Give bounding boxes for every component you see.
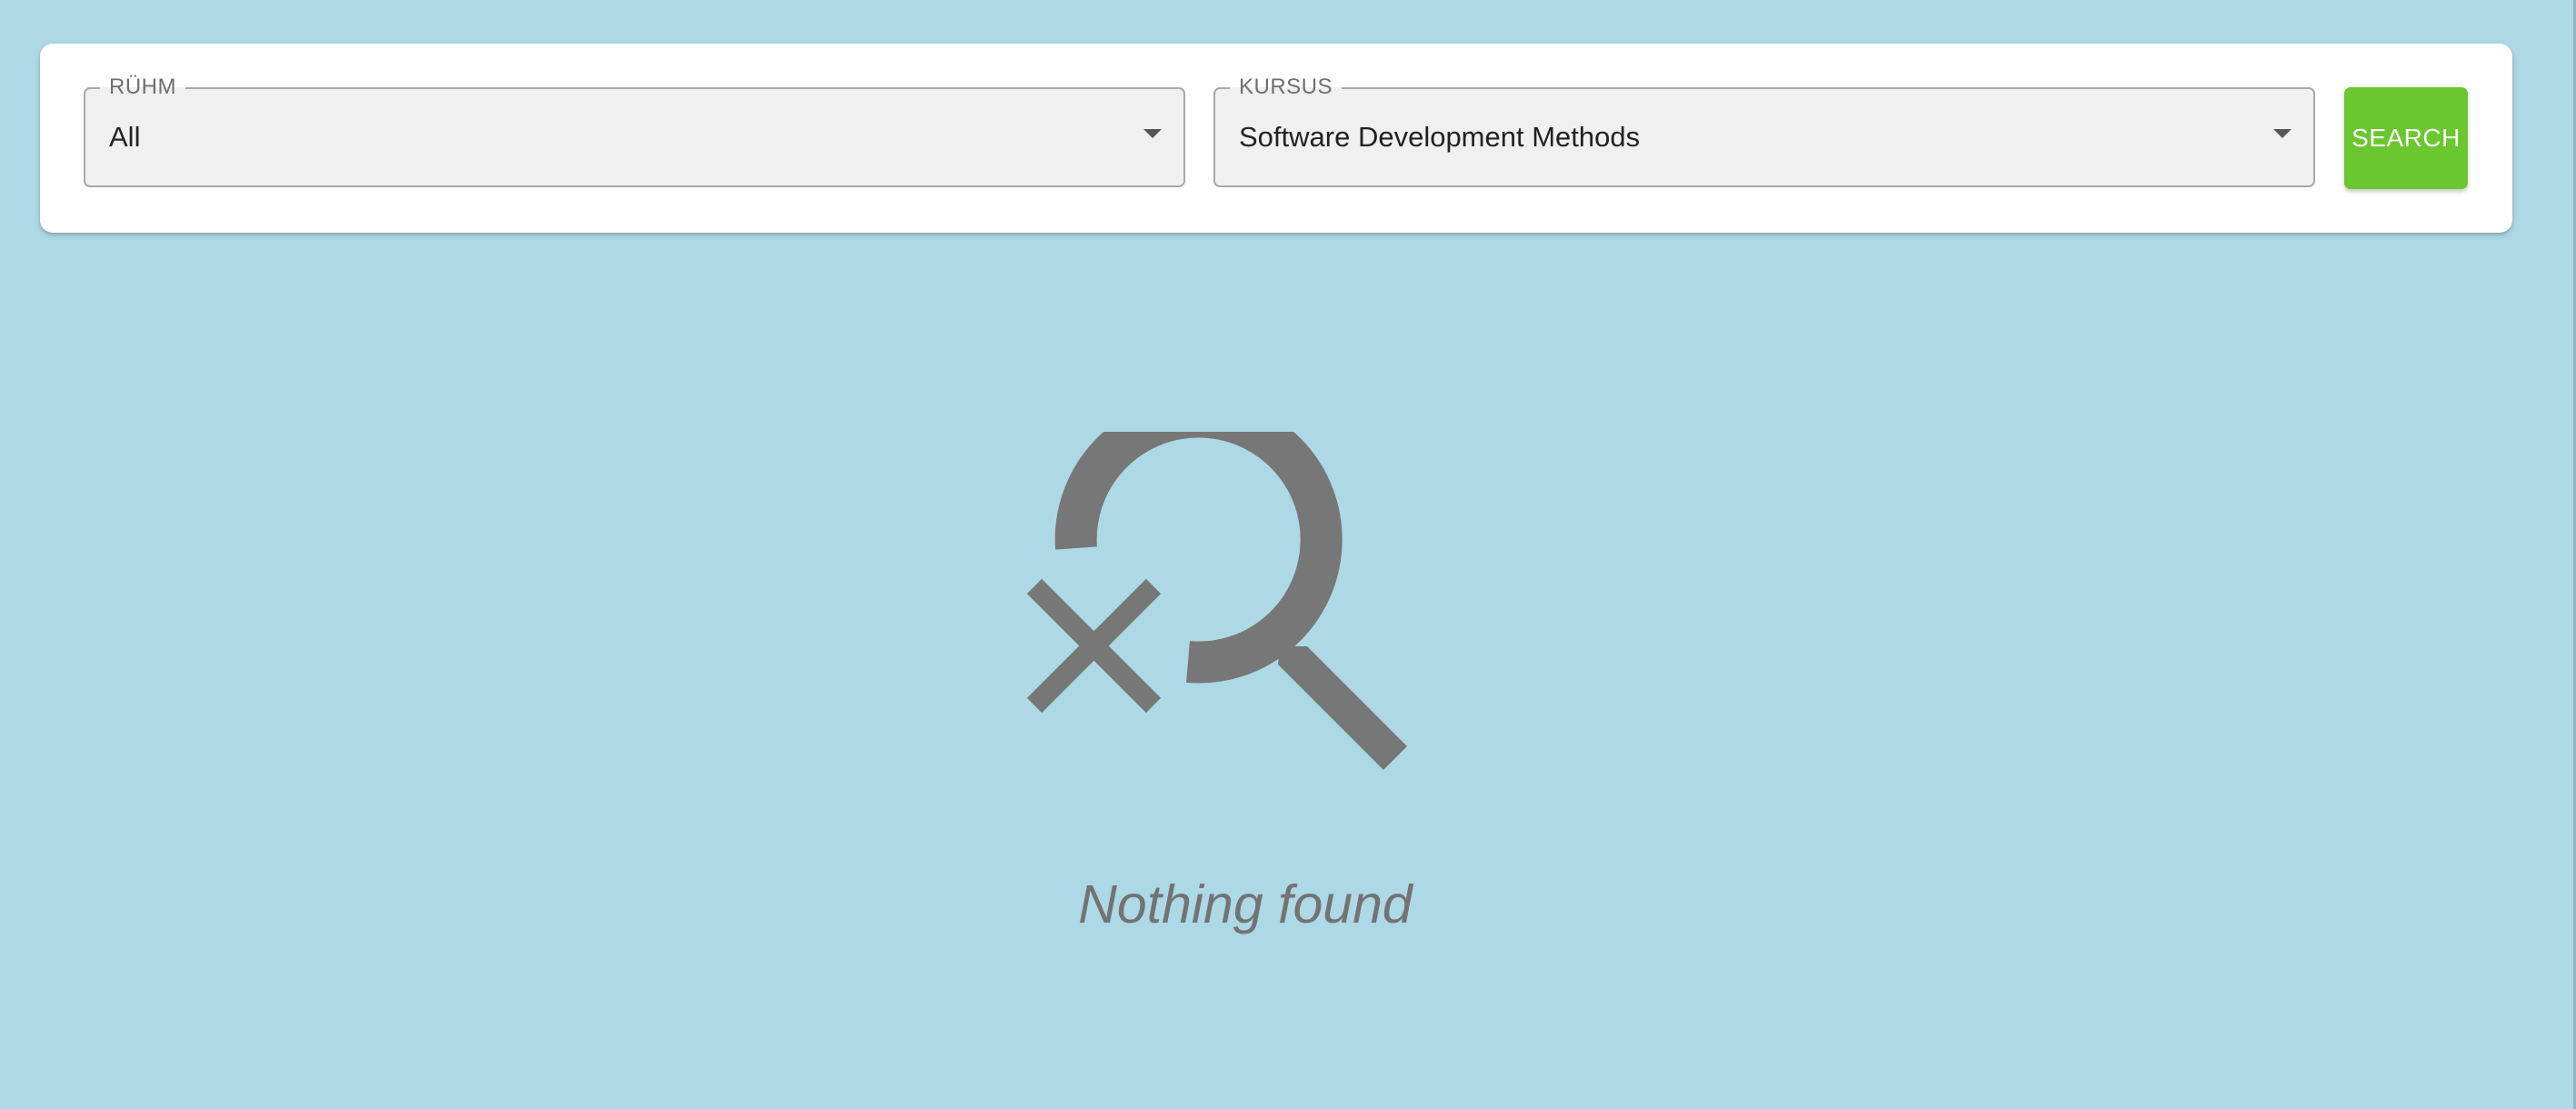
filter-card: RÜHM All KURSUS Software Development Met…	[40, 44, 2512, 233]
group-select-value: All	[109, 121, 141, 153]
course-select[interactable]: KURSUS Software Development Methods	[1213, 74, 2315, 187]
course-select-value: Software Development Methods	[1239, 121, 1641, 153]
search-button[interactable]: SEARCH	[2344, 87, 2468, 189]
chevron-down-icon[interactable]	[2273, 129, 2291, 138]
page: RÜHM All KURSUS Software Development Met…	[0, 0, 2576, 1109]
empty-state-message: Nothing found	[1078, 874, 1413, 934]
chevron-down-icon[interactable]	[1143, 129, 1162, 138]
search-off-icon	[1027, 432, 1407, 770]
group-select[interactable]: RÜHM All	[84, 74, 1185, 187]
